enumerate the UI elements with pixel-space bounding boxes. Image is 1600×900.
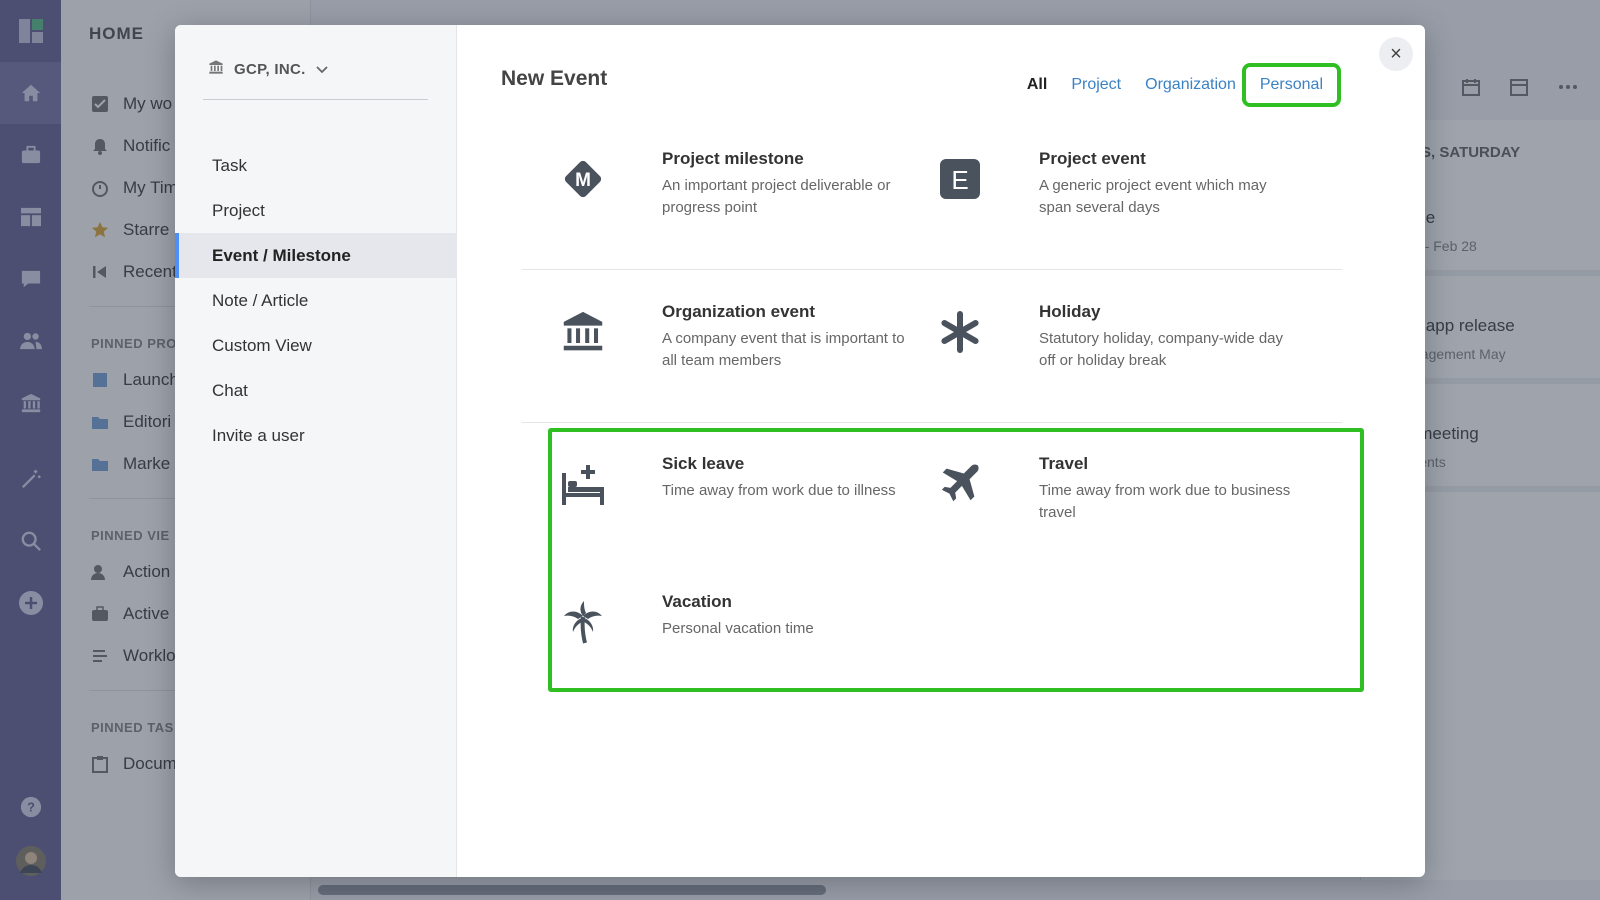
svg-text:E: E (951, 165, 968, 195)
modal-title: New Event (501, 67, 608, 90)
palm-tree-icon (548, 592, 618, 652)
create-menu: Task Project Event / Milestone Note / Ar… (175, 143, 457, 458)
bank-icon (208, 59, 224, 79)
option-title: Project milestone (662, 149, 804, 168)
asterisk-icon (925, 302, 995, 362)
menu-item-note-article[interactable]: Note / Article (175, 278, 457, 323)
option-organization-event[interactable]: Organization event A company event that … (548, 302, 928, 402)
divider (522, 422, 1342, 423)
option-title: Project event (1039, 149, 1146, 168)
bank-icon (548, 302, 618, 362)
menu-item-chat[interactable]: Chat (175, 368, 457, 413)
menu-item-invite-user[interactable]: Invite a user (175, 413, 457, 458)
create-menu-panel: GCP, INC. Task Project Event / Milestone… (175, 25, 457, 877)
menu-item-task[interactable]: Task (175, 143, 457, 188)
menu-item-project[interactable]: Project (175, 188, 457, 233)
option-title: Travel (1039, 454, 1089, 473)
option-description: A generic project event which may span s… (1039, 177, 1267, 216)
option-title: Vacation (662, 592, 732, 611)
menu-item-custom-view[interactable]: Custom View (175, 323, 457, 368)
event-type-panel: New Event All Project Organization Perso… (457, 25, 1425, 877)
divider (203, 99, 428, 100)
filter-project[interactable]: Project (1059, 69, 1133, 101)
chevron-down-icon (315, 61, 328, 78)
option-title: Sick leave (662, 454, 745, 473)
airplane-icon (925, 454, 995, 514)
option-project-milestone[interactable]: M Project milestone An important project… (548, 149, 928, 249)
option-holiday[interactable]: Holiday Statutory holiday, company-wide … (925, 302, 1305, 402)
option-description: A company event that is important to all… (662, 330, 905, 369)
option-description: Personal vacation time (662, 620, 814, 637)
org-name: GCP, INC. (234, 60, 306, 78)
milestone-icon: M (548, 149, 618, 209)
bed-icon (548, 454, 618, 514)
filter-organization[interactable]: Organization (1133, 69, 1248, 101)
option-sick-leave[interactable]: Sick leave Time away from work due to il… (548, 454, 928, 554)
divider (522, 269, 1342, 270)
menu-item-event-milestone[interactable]: Event / Milestone (175, 233, 457, 278)
option-travel[interactable]: Travel Time away from work due to busine… (925, 454, 1305, 554)
new-event-modal: GCP, INC. Task Project Event / Milestone… (175, 25, 1425, 877)
option-description: Statutory holiday, company-wide day off … (1039, 330, 1284, 369)
option-description: An important project deliverable or prog… (662, 177, 891, 216)
filter-tabs: All Project Organization Personal (1015, 63, 1342, 107)
option-title: Organization event (662, 302, 816, 321)
org-selector[interactable]: GCP, INC. (208, 59, 328, 79)
close-button[interactable]: × (1379, 37, 1413, 71)
svg-text:M: M (575, 170, 591, 191)
option-vacation[interactable]: Vacation Personal vacation time (548, 592, 928, 692)
option-description: Time away from work due to illness (662, 482, 896, 499)
close-icon: × (1390, 42, 1402, 65)
option-project-event[interactable]: E Project event A generic project event … (925, 149, 1305, 249)
filter-all[interactable]: All (1015, 69, 1059, 101)
filter-personal[interactable]: Personal (1241, 63, 1342, 107)
option-title: Holiday (1039, 302, 1101, 321)
project-event-icon: E (925, 149, 995, 209)
option-description: Time away from work due to business trav… (1039, 482, 1291, 521)
